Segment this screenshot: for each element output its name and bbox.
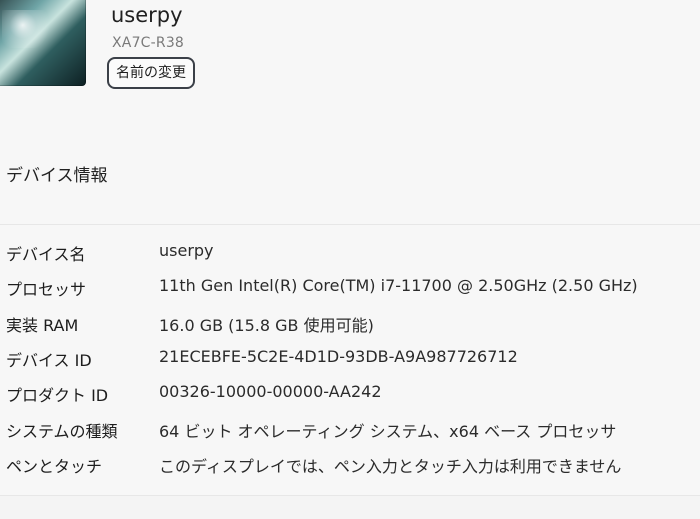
spec-label: プロダクト ID <box>6 386 109 405</box>
spec-row-product-id: プロダクト ID 00326-10000-00000-AA242 <box>0 374 700 408</box>
spec-value: 11th Gen Intel(R) Core(TM) i7-11700 @ 2.… <box>159 276 638 295</box>
device-specifications-header: デバイス情報 <box>0 120 700 225</box>
spec-row-device-id: デバイス ID 21ECEBFE-5C2E-4D1D-93DB-A9A98772… <box>0 339 700 373</box>
spec-label: システムの種類 <box>6 422 118 441</box>
spec-label: デバイス ID <box>6 351 92 370</box>
spec-label: プロセッサ <box>6 280 87 299</box>
spec-row-ram: 実装 RAM 16.0 GB (15.8 GB 使用可能) <box>0 304 700 338</box>
spec-row-device-name: デバイス名 userpy <box>0 233 700 267</box>
spec-row-system-type: システムの種類 64 ビット オペレーティング システム、x64 ベース プロセ… <box>0 410 700 444</box>
spec-label: ペンとタッチ <box>6 457 103 476</box>
spec-value: このディスプレイでは、ペン入力とタッチ入力は利用できません <box>159 457 622 476</box>
spec-value: userpy <box>159 241 214 260</box>
rename-button[interactable]: 名前の変更 <box>107 57 195 89</box>
spec-label: 実装 RAM <box>6 316 79 335</box>
device-model: XA7C-R38 <box>112 35 185 51</box>
device-specifications-list: デバイス名 userpy プロセッサ 11th Gen Intel(R) Cor… <box>0 225 700 496</box>
spec-row-pen-and-touch: ペンとタッチ このディスプレイでは、ペン入力とタッチ入力は利用できません <box>0 445 700 479</box>
spec-value: 16.0 GB (15.8 GB 使用可能) <box>159 316 374 335</box>
device-card: userpy XA7C-R38 名前の変更 <box>0 0 700 121</box>
spec-label: デバイス名 <box>6 245 86 264</box>
spec-value: 00326-10000-00000-AA242 <box>159 382 382 401</box>
spec-value: 64 ビット オペレーティング システム、x64 ベース プロセッサ <box>159 422 617 441</box>
page-footer-strip <box>0 496 700 519</box>
section-title: デバイス情報 <box>6 166 108 186</box>
spec-row-processor: プロセッサ 11th Gen Intel(R) Core(TM) i7-1170… <box>0 268 700 302</box>
device-thumbnail <box>0 0 86 86</box>
device-name: userpy <box>111 3 183 27</box>
spec-value: 21ECEBFE-5C2E-4D1D-93DB-A9A987726712 <box>159 347 518 366</box>
